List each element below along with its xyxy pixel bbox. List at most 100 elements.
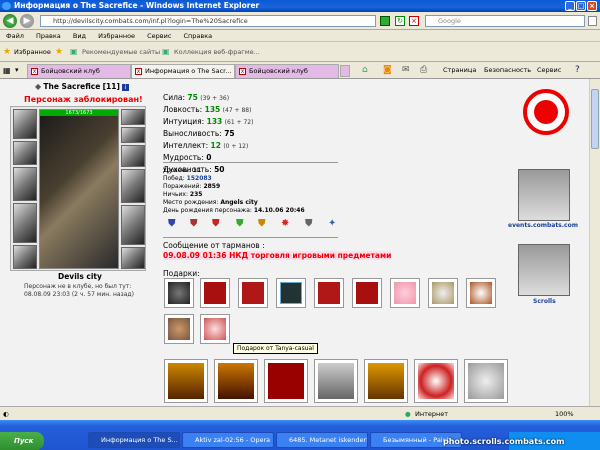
events-link[interactable]: events.combats.com: [508, 222, 578, 229]
character-name[interactable]: The Sacrefice: [43, 82, 100, 91]
back-button[interactable]: ◀: [3, 14, 17, 28]
gift-item[interactable]: [352, 278, 382, 308]
tab-fight-club-1[interactable]: x Бойцовский клуб: [27, 64, 131, 78]
gift-card[interactable]: [364, 359, 408, 403]
stat-row: Ловкость: 135 (47 + 88): [163, 104, 253, 116]
info-value: 152083: [186, 175, 212, 182]
menu-file[interactable]: Файл: [6, 32, 24, 40]
armor-slot[interactable]: [13, 203, 37, 243]
gift-card[interactable]: [314, 359, 358, 403]
character-avatar[interactable]: 1673/1673: [39, 109, 119, 269]
tab-list-icon[interactable]: ▾: [15, 66, 19, 74]
tab-close-icon[interactable]: x: [31, 68, 38, 75]
info-icon[interactable]: i: [122, 84, 130, 91]
pants-slot[interactable]: [121, 205, 145, 245]
menu-favorites[interactable]: Избранное: [98, 32, 135, 40]
search-icon[interactable]: [588, 16, 597, 26]
home-icon[interactable]: ⌂: [362, 65, 368, 75]
gift-card[interactable]: [414, 359, 458, 403]
menu-help[interactable]: Справка: [184, 32, 213, 40]
gift-card[interactable]: [464, 359, 508, 403]
refresh-icon[interactable]: ↻: [395, 16, 405, 26]
medal-icon[interactable]: ✸: [281, 218, 289, 229]
search-input[interactable]: Google: [425, 15, 585, 27]
weapon-right-slot[interactable]: [121, 169, 145, 203]
scrolls-banner-icon[interactable]: [518, 244, 570, 296]
address-input[interactable]: http://devilscity.combats.com/inf.pl?log…: [40, 15, 376, 27]
close-window-button[interactable]: ×: [587, 1, 597, 11]
bracers-slot[interactable]: [13, 141, 37, 165]
suggested-sites-link[interactable]: Рекомендуемые сайты: [82, 42, 160, 62]
compat-icon[interactable]: [380, 16, 390, 26]
forward-button[interactable]: ▶: [20, 14, 34, 28]
gift-item[interactable]: [428, 278, 458, 308]
belt-slot[interactable]: [13, 245, 37, 269]
gift-item[interactable]: [466, 278, 496, 308]
taskbar-item-ie[interactable]: Информация о The S...: [88, 432, 180, 448]
suggested-icon: ▣: [70, 47, 78, 56]
taskbar-item-opera[interactable]: Aktiv zal-02:56 - Opera: [182, 432, 274, 448]
tab-character-info[interactable]: x Информация о The Sacr...: [131, 64, 235, 78]
web-slice-gallery-link[interactable]: Коллекция веб-фрагме...: [174, 42, 260, 62]
medal-icon[interactable]: ⛊: [212, 218, 220, 229]
add-favorite-icon[interactable]: ★: [55, 42, 63, 62]
new-tab-button[interactable]: [340, 65, 350, 77]
gift-item[interactable]: [200, 278, 230, 308]
quick-tabs-icon[interactable]: ▦: [3, 66, 11, 75]
safety-menu[interactable]: Безопасность: [484, 66, 531, 74]
character-header: ◆ The Sacrefice [11] i: [35, 82, 155, 91]
gift-item[interactable]: [238, 278, 268, 308]
menu-edit[interactable]: Правка: [36, 32, 61, 40]
gift-card[interactable]: [214, 359, 258, 403]
medal-icon[interactable]: ⛊: [236, 218, 244, 229]
scroll-thumb[interactable]: [591, 89, 599, 149]
print-icon[interactable]: ⎙: [420, 65, 427, 75]
scrolls-link[interactable]: Scrolls: [533, 298, 556, 305]
maximize-button[interactable]: □: [576, 1, 586, 11]
medal-icon[interactable]: ⛊: [168, 218, 176, 229]
star-icon: ★: [3, 47, 12, 57]
earring-slot[interactable]: [121, 109, 145, 125]
stop-icon[interactable]: ×: [409, 16, 419, 26]
tab-fight-club-2[interactable]: x Бойцовский клуб: [235, 64, 339, 78]
zoom-level[interactable]: 100%: [555, 407, 574, 421]
gift-item[interactable]: [164, 314, 194, 344]
gift-item[interactable]: [164, 278, 194, 308]
gift-card[interactable]: [264, 359, 308, 403]
message-text: 09.08.09 01:36 НКД торговля игровыми пре…: [163, 251, 392, 260]
medal-icon[interactable]: ⛊: [258, 218, 266, 229]
medal-icon[interactable]: ⛊: [190, 218, 198, 229]
tab-close-icon[interactable]: x: [239, 68, 246, 75]
clan-emblem-icon[interactable]: [523, 89, 569, 135]
mail-icon[interactable]: ✉: [402, 65, 410, 75]
medal-icon[interactable]: ⛊: [305, 218, 313, 229]
window-titlebar: Информация о The Sacrefice - Windows Int…: [0, 0, 600, 12]
gift-card[interactable]: [164, 359, 208, 403]
stat-row: Интеллект: 12 (0 + 12): [163, 140, 253, 152]
weapon-left-slot[interactable]: [13, 167, 37, 201]
info-row: Побед: 152083: [163, 175, 305, 183]
medal-icon[interactable]: ✦: [328, 218, 336, 229]
helmet-slot[interactable]: [13, 109, 37, 139]
vertical-scrollbar[interactable]: [589, 79, 600, 406]
menu-view[interactable]: Вид: [73, 32, 86, 40]
ring-slot[interactable]: [121, 145, 145, 167]
amulet-slot[interactable]: [121, 127, 145, 143]
help-icon[interactable]: ?: [575, 65, 580, 75]
minimize-button[interactable]: _: [565, 1, 575, 11]
taskbar-item-metanet[interactable]: 6485. Metanet iskenderli...: [276, 432, 368, 448]
gift-item[interactable]: [314, 278, 344, 308]
favorites-button[interactable]: Избранное: [14, 42, 51, 62]
menu-tools[interactable]: Сервис: [147, 32, 171, 40]
gift-item[interactable]: [390, 278, 420, 308]
tools-menu[interactable]: Сервис: [537, 66, 561, 74]
gift-tooltip: Подарок от Tanya-casual: [233, 343, 318, 354]
gift-item[interactable]: [200, 314, 230, 344]
tab-close-icon[interactable]: x: [135, 68, 142, 75]
events-banner-icon[interactable]: [518, 169, 570, 221]
page-menu[interactable]: Страница: [443, 66, 476, 74]
feeds-icon[interactable]: ◙: [383, 65, 392, 75]
gift-item[interactable]: [276, 278, 306, 308]
boots-slot[interactable]: [121, 247, 145, 269]
start-button[interactable]: Пуск: [0, 432, 44, 450]
